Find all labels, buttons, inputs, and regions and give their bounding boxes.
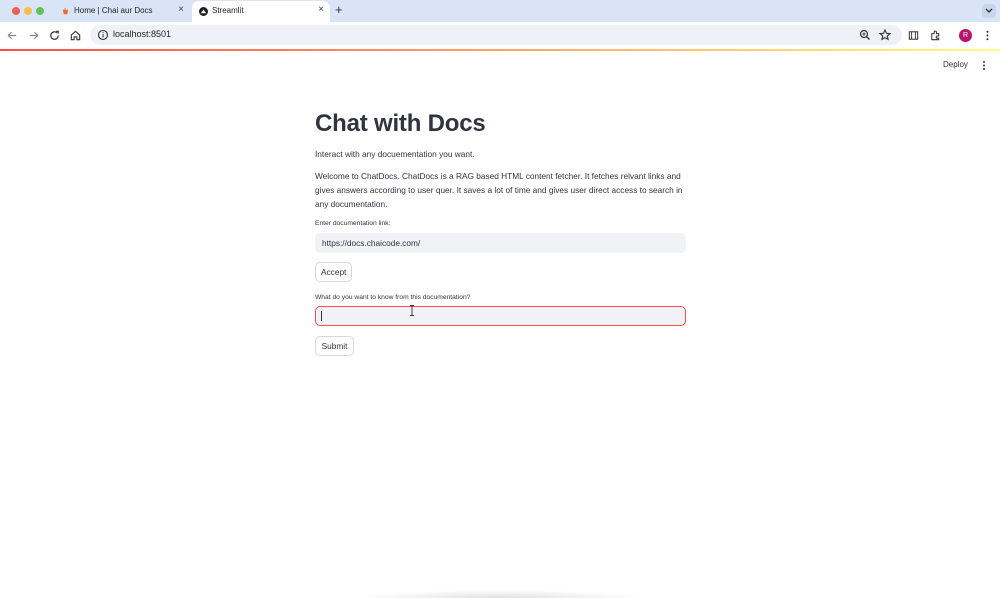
browser-toolbar: localhost:8501 [0,22,1000,49]
media-control-icon[interactable] [907,29,920,42]
window-minimize-button[interactable] [24,7,32,15]
tab-title: Home | Chai aur Docs [74,6,153,15]
address-bar[interactable]: localhost:8501 [90,25,902,45]
browser-tab-strip: Home | Chai aur Docs × Streamlit × + [0,0,1000,22]
window-zoom-button[interactable] [36,7,44,15]
accept-button[interactable]: Accept [315,262,352,282]
home-icon[interactable] [69,29,82,42]
tab-close-icon[interactable]: × [318,5,324,15]
submit-button[interactable]: Submit [315,336,354,356]
zoom-icon[interactable] [858,28,872,42]
question-input-label: What do you want to know from this docum… [315,294,471,301]
chai-favicon-icon [62,7,69,15]
back-arrow-icon[interactable] [6,29,19,42]
app-main-menu-icon[interactable] [979,59,989,72]
bookmark-star-icon[interactable] [878,28,892,42]
description-text: Welcome to ChatDocs. ChatDocs is a RAG b… [315,171,683,209]
address-url[interactable]: localhost:8501 [113,29,171,39]
new-tab-button[interactable]: + [335,3,343,17]
tab-search-button[interactable] [982,4,996,18]
tab-title: Streamlit [212,6,244,15]
window-close-button[interactable] [12,7,20,15]
intro-text: Interact with any docuementation you wan… [315,149,475,159]
app-header-decoration [0,49,1000,51]
extensions-puzzle-icon[interactable] [929,29,942,42]
page-title: Chat with Docs [315,110,486,137]
link-input-label: Enter documentation link: [315,220,391,227]
ibeam-cursor-icon [410,305,414,316]
tab-close-icon[interactable]: × [178,5,184,15]
profile-avatar[interactable]: R [959,29,972,42]
forward-arrow-icon[interactable] [27,29,40,42]
question-input[interactable] [315,306,686,326]
browser-tab-chai-docs[interactable]: Home | Chai aur Docs × [54,1,190,22]
documentation-link-input[interactable] [315,233,686,253]
browser-tab-streamlit[interactable]: Streamlit × [192,1,330,22]
reload-icon[interactable] [48,29,61,42]
browser-menu-icon[interactable] [981,29,994,42]
text-caret [321,311,322,321]
site-info-icon[interactable] [96,28,110,42]
chevron-down-icon [985,8,993,13]
bottom-shadow [355,590,645,598]
deploy-button[interactable]: Deploy [943,60,968,69]
streamlit-favicon-icon [199,7,208,16]
